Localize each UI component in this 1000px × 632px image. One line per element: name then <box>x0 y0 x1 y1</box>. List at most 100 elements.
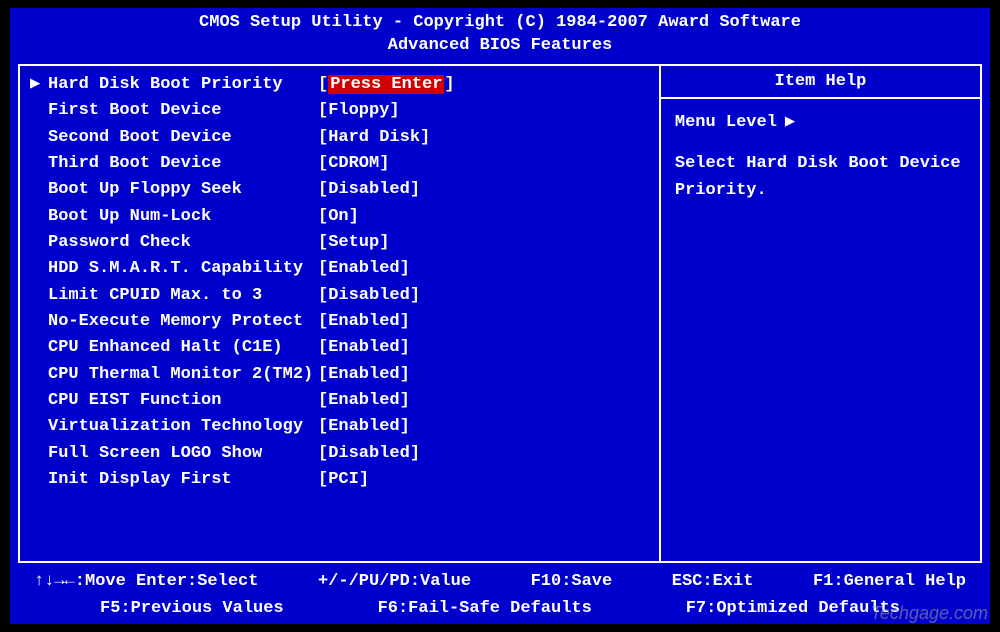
cursor-icon <box>30 414 48 440</box>
setting-row[interactable]: CPU Thermal Monitor 2(TM2)[Enabled] <box>30 362 649 388</box>
cursor-icon <box>30 362 48 388</box>
bracket-close: ] <box>379 233 389 252</box>
setting-value-text: Enabled <box>328 338 399 357</box>
setting-value-text: Disabled <box>328 180 410 199</box>
setting-row[interactable]: Password Check[Setup] <box>30 230 649 256</box>
bracket-close: ] <box>444 75 454 94</box>
setting-label: HDD S.M.A.R.T. Capability <box>48 256 318 282</box>
setting-row[interactable]: Init Display First[PCI] <box>30 467 649 493</box>
watermark: Techgage.com <box>871 603 988 624</box>
setting-value-text: Enabled <box>328 259 399 278</box>
setting-value[interactable]: [Disabled] <box>318 441 420 467</box>
setting-value-text: Enabled <box>328 391 399 410</box>
cursor-icon <box>30 335 48 361</box>
cursor-icon <box>30 467 48 493</box>
cursor-icon <box>30 204 48 230</box>
setting-label: Boot Up Floppy Seek <box>48 177 318 203</box>
setting-value[interactable]: [Enabled] <box>318 362 410 388</box>
setting-row[interactable]: ▶Hard Disk Boot Priority[Press Enter] <box>30 72 649 98</box>
cursor-icon <box>30 125 48 151</box>
setting-label: Init Display First <box>48 467 318 493</box>
setting-value[interactable]: [Disabled] <box>318 177 420 203</box>
setting-label: CPU EIST Function <box>48 388 318 414</box>
setting-row[interactable]: First Boot Device[Floppy] <box>30 98 649 124</box>
header: CMOS Setup Utility - Copyright (C) 1984-… <box>10 8 990 64</box>
setting-label: CPU Enhanced Halt (C1E) <box>48 335 318 361</box>
setting-value[interactable]: [Setup] <box>318 230 389 256</box>
menu-level-label: Menu Level <box>675 109 777 136</box>
setting-label: Third Boot Device <box>48 151 318 177</box>
footer-key-hint: F10:Save <box>531 569 613 595</box>
setting-row[interactable]: Full Screen LOGO Show[Disabled] <box>30 441 649 467</box>
setting-row[interactable]: CPU Enhanced Halt (C1E)[Enabled] <box>30 335 649 361</box>
cursor-icon <box>30 177 48 203</box>
setting-row[interactable]: HDD S.M.A.R.T. Capability[Enabled] <box>30 256 649 282</box>
help-panel: Item Help Menu Level ▶ Select Hard Disk … <box>659 66 980 561</box>
setting-value[interactable]: [Floppy] <box>318 98 400 124</box>
bracket-open: [ <box>318 207 328 226</box>
setting-row[interactable]: Limit CPUID Max. to 3[Disabled] <box>30 283 649 309</box>
setting-value[interactable]: [Enabled] <box>318 335 410 361</box>
bracket-close: ] <box>389 101 399 120</box>
setting-value[interactable]: [Enabled] <box>318 414 410 440</box>
bracket-close: ] <box>410 180 420 199</box>
setting-value[interactable]: [Enabled] <box>318 388 410 414</box>
cursor-icon <box>30 256 48 282</box>
bracket-open: [ <box>318 233 328 252</box>
footer-key-hint: F6:Fail-Safe Defaults <box>378 596 592 622</box>
setting-value[interactable]: [Hard Disk] <box>318 125 430 151</box>
setting-label: Boot Up Num-Lock <box>48 204 318 230</box>
footer-key-hint: F7:Optimized Defaults <box>686 596 900 622</box>
setting-value-text: Enabled <box>328 365 399 384</box>
setting-value-text: Disabled <box>328 286 410 305</box>
setting-value[interactable]: [Enabled] <box>318 256 410 282</box>
bracket-close: ] <box>400 391 410 410</box>
chevron-right-icon: ▶ <box>785 109 795 136</box>
bracket-close: ] <box>400 365 410 384</box>
setting-row[interactable]: No-Execute Memory Protect[Enabled] <box>30 309 649 335</box>
bracket-open: [ <box>318 338 328 357</box>
setting-label: Password Check <box>48 230 318 256</box>
setting-row[interactable]: Boot Up Floppy Seek[Disabled] <box>30 177 649 203</box>
setting-row[interactable]: CPU EIST Function[Enabled] <box>30 388 649 414</box>
bracket-close: ] <box>410 286 420 305</box>
setting-value[interactable]: [On] <box>318 204 359 230</box>
cursor-icon <box>30 151 48 177</box>
setting-value-text: CDROM <box>328 154 379 173</box>
setting-row[interactable]: Second Boot Device[Hard Disk] <box>30 125 649 151</box>
bracket-open: [ <box>318 391 328 410</box>
help-body: Menu Level ▶ Select Hard Disk Boot Devic… <box>661 99 980 215</box>
bracket-open: [ <box>318 312 328 331</box>
setting-value[interactable]: [Enabled] <box>318 309 410 335</box>
footer-key-hint: ↑↓→←:Move Enter:Select <box>34 569 258 595</box>
setting-value[interactable]: [Disabled] <box>318 283 420 309</box>
bracket-close: ] <box>400 312 410 331</box>
bracket-open: [ <box>318 259 328 278</box>
setting-label: No-Execute Memory Protect <box>48 309 318 335</box>
bracket-open: [ <box>318 154 328 173</box>
setting-row[interactable]: Virtualization Technology[Enabled] <box>30 414 649 440</box>
bracket-close: ] <box>400 417 410 436</box>
bracket-open: [ <box>318 180 328 199</box>
bracket-close: ] <box>379 154 389 173</box>
setting-value-text: Enabled <box>328 417 399 436</box>
setting-row[interactable]: Boot Up Num-Lock[On] <box>30 204 649 230</box>
settings-list[interactable]: ▶Hard Disk Boot Priority[Press Enter]Fir… <box>20 66 659 561</box>
setting-value[interactable]: [Press Enter] <box>318 72 455 98</box>
setting-value[interactable]: [PCI] <box>318 467 369 493</box>
setting-value-text: Press Enter <box>328 75 444 94</box>
bracket-open: [ <box>318 470 328 489</box>
setting-row[interactable]: Third Boot Device[CDROM] <box>30 151 649 177</box>
bracket-close: ] <box>359 470 369 489</box>
setting-label: Hard Disk Boot Priority <box>48 72 318 98</box>
setting-label: Limit CPUID Max. to 3 <box>48 283 318 309</box>
setting-value-text: Hard Disk <box>328 128 420 147</box>
bracket-close: ] <box>400 338 410 357</box>
cursor-icon <box>30 230 48 256</box>
setting-value-text: Floppy <box>328 101 389 120</box>
footer-key-hint: +/-/PU/PD:Value <box>318 569 471 595</box>
setting-label: CPU Thermal Monitor 2(TM2) <box>48 362 318 388</box>
bracket-open: [ <box>318 286 328 305</box>
setting-value[interactable]: [CDROM] <box>318 151 389 177</box>
bracket-open: [ <box>318 101 328 120</box>
